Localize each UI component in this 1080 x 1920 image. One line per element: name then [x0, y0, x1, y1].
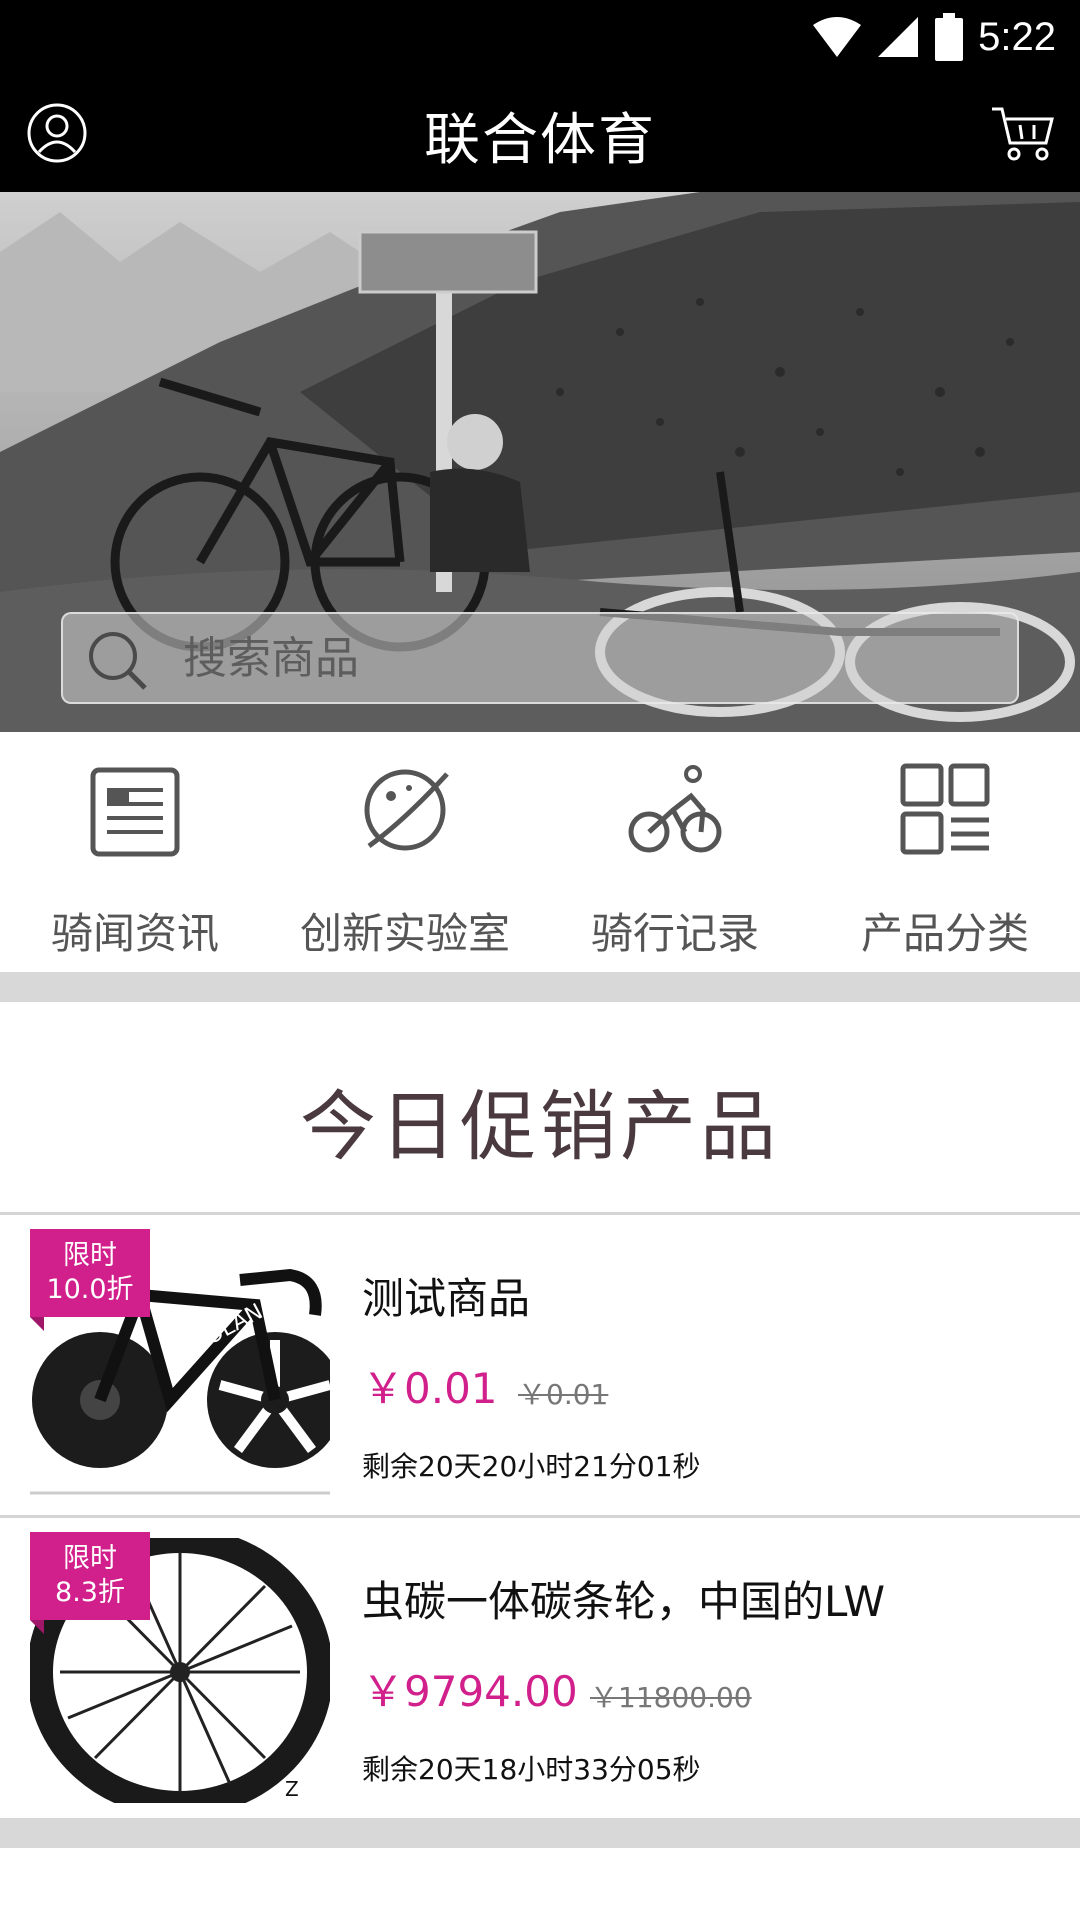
planet-icon: [364, 769, 449, 851]
nav-item-news[interactable]: 骑闻资讯: [0, 732, 270, 972]
product-name: 虫碳一体碳条轮，中国的LW: [362, 1577, 886, 1626]
status-time: 5:22: [978, 14, 1056, 59]
nav-label-news: 骑闻资讯: [50, 909, 219, 958]
hero-banner[interactable]: [0, 192, 1080, 732]
discount-badge: 限时 8.3折: [30, 1532, 150, 1620]
search-box[interactable]: [61, 612, 1019, 704]
section-divider: [0, 972, 1080, 1002]
product-original-price: ￥0.01: [518, 1378, 609, 1411]
cart-icon[interactable]: [990, 103, 1056, 163]
nav-item-categories[interactable]: 产品分类: [810, 732, 1080, 972]
search-icon: [89, 632, 147, 690]
nav-label-categories: 产品分类: [860, 909, 1029, 958]
search-input[interactable]: [183, 614, 983, 702]
badge-notch: [30, 1620, 44, 1634]
product-countdown: 剩余20天20小时21分01秒: [362, 1450, 701, 1483]
product-price: ￥9794.00: [362, 1667, 578, 1716]
badge-line1: 限时: [63, 1543, 117, 1574]
app-screen: 5:22 联合体育 搜索商品 骑闻资讯 创新实验室 骑行记录 产品分类 今日促销…: [0, 0, 1080, 1920]
battery-icon: [935, 13, 964, 61]
nav-label-ride-record: 骑行记录: [590, 909, 759, 958]
cyclist-icon: [628, 765, 722, 853]
app-header: 联合体育: [0, 75, 1080, 192]
badge-line1: 限时: [63, 1240, 117, 1271]
nav-item-lab[interactable]: 创新实验室: [270, 732, 540, 972]
grid-list-icon: [900, 763, 990, 855]
signal-icon: [878, 17, 919, 57]
promo-section-title: 今日促销产品: [300, 1082, 780, 1171]
discount-badge: 限时 10.0折: [30, 1229, 150, 1317]
product-price: ￥0.01: [362, 1364, 498, 1413]
document-icon: [90, 767, 180, 857]
status-bar: 5:22: [0, 0, 1080, 75]
badge-notch: [30, 1317, 44, 1331]
product-original-price: ￥11800.00: [590, 1681, 752, 1714]
nav-item-ride-record[interactable]: 骑行记录: [540, 732, 810, 972]
quick-nav: 骑闻资讯 创新实验室 骑行记录 产品分类: [0, 732, 1080, 972]
wifi-icon: [813, 17, 862, 57]
status-icons: 5:22: [812, 12, 1056, 62]
page-title: 联合体育: [424, 108, 656, 173]
svg-text:Z: Z: [285, 1777, 299, 1801]
product-card[interactable]: DOLAN 限时 10.0折 测试商品 ￥0.01 ￥0.01 剩余20天20小…: [0, 1215, 1080, 1515]
badge-line2: 8.3折: [55, 1577, 125, 1608]
product-countdown: 剩余20天18小时33分05秒: [362, 1753, 701, 1786]
product-card[interactable]: Z 限时 8.3折 虫碳一体碳条轮，中国的LW ￥9794.00 ￥11800.…: [0, 1518, 1080, 1818]
badge-line2: 10.0折: [46, 1274, 134, 1305]
product-name: 测试商品: [362, 1274, 531, 1323]
nav-label-lab: 创新实验室: [299, 909, 510, 958]
section-divider: [0, 1818, 1080, 1848]
